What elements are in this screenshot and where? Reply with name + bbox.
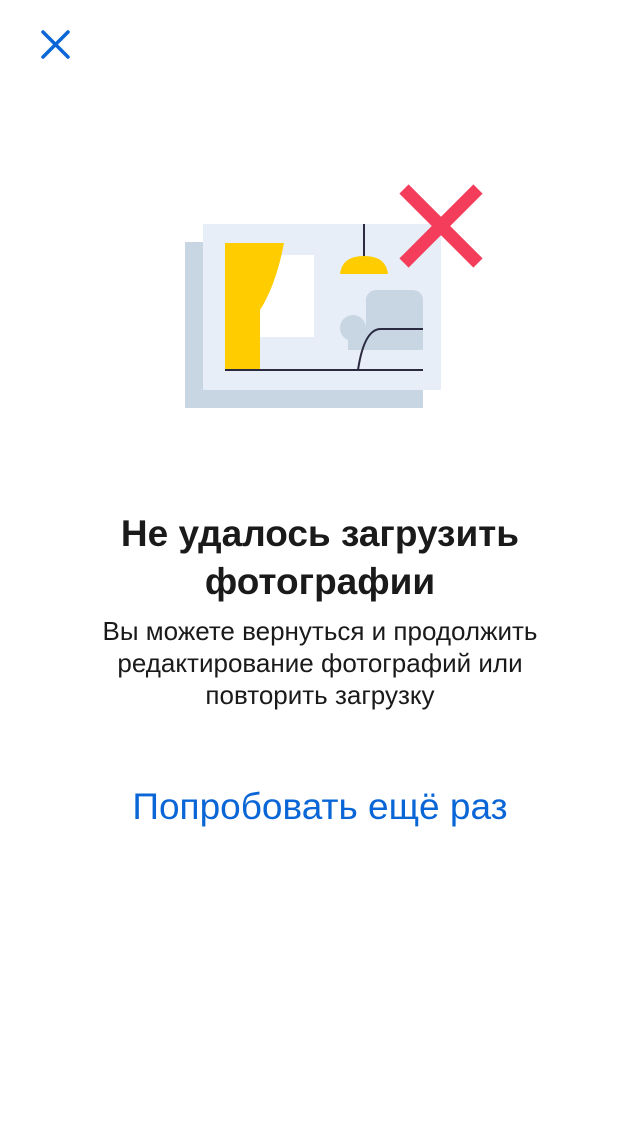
error-description: Вы можете вернуться и продолжить редакти… xyxy=(102,616,538,710)
upload-error-screen: Не удалось загрузить фотографии Вы может… xyxy=(0,0,640,1136)
retry-button[interactable]: Попробовать ещё раз xyxy=(60,783,580,831)
close-icon xyxy=(41,30,70,59)
armchair-seat xyxy=(348,328,423,350)
error-title: Не удалось загрузить фотографии xyxy=(120,513,520,602)
close-button[interactable] xyxy=(28,20,84,66)
photo-upload-failed-illustration xyxy=(185,184,483,408)
